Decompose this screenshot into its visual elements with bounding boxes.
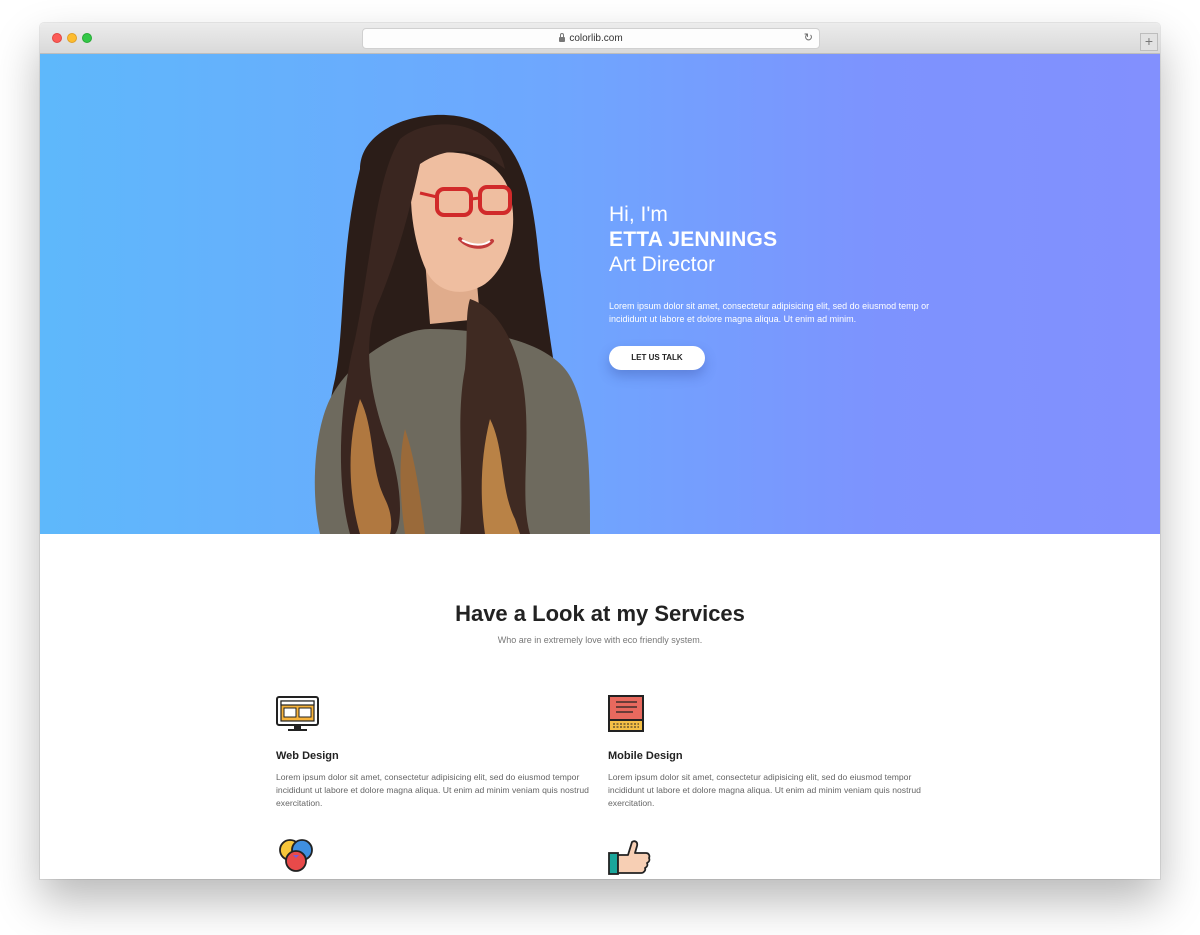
service-color [276, 838, 596, 879]
hero-description: Lorem ipsum dolor sit amet, consectetur … [609, 301, 930, 324]
address-bar[interactable]: colorlib.com ↻ [362, 28, 820, 49]
hero-name: ETTA JENNINGS [609, 228, 778, 251]
browser-titlebar: colorlib.com ↻ + [40, 23, 1160, 54]
zoom-window-button[interactable] [82, 33, 92, 43]
thumbs-up-icon [608, 840, 651, 875]
service-title: Mobile Design [608, 750, 683, 762]
reload-icon[interactable]: ↻ [804, 31, 813, 44]
color-circles-icon [279, 839, 313, 872]
portrait-photo [314, 114, 590, 534]
service-web-design: Web Design Lorem ipsum dolor sit amet, c… [276, 695, 596, 809]
url-text: colorlib.com [569, 33, 623, 44]
hero-greeting: Hi, I'm [609, 203, 668, 226]
services-subtitle: Who are in extremely love with eco frien… [497, 635, 703, 645]
services-heading: Have a Look at my Services [455, 601, 745, 626]
service-description: Lorem ipsum dolor sit amet, consectetur … [608, 772, 921, 808]
service-title: Web Design [276, 750, 339, 762]
hero-section: Hi, I'm ETTA JENNINGS Art Director Lorem… [40, 54, 1160, 534]
close-window-button[interactable] [52, 33, 62, 43]
let-us-talk-button[interactable]: LET US TALK [609, 346, 705, 370]
service-mobile-design: Mobile Design Lorem ipsum dolor sit amet… [608, 695, 928, 809]
new-tab-button[interactable]: + [1140, 33, 1158, 51]
browser-window: colorlib.com ↻ + Hi, I'm ETTA JENNINGS A… [40, 23, 1160, 879]
service-thumbs-up [608, 838, 928, 879]
hero-intro: Hi, I'm ETTA JENNINGS Art Director Lorem… [609, 202, 939, 370]
notebook-icon [608, 695, 644, 732]
hero-role: Art Director [609, 253, 716, 276]
lock-icon [559, 33, 566, 42]
service-description: Lorem ipsum dolor sit amet, consectetur … [276, 772, 589, 808]
monitor-icon [276, 696, 319, 731]
minimize-window-button[interactable] [67, 33, 77, 43]
